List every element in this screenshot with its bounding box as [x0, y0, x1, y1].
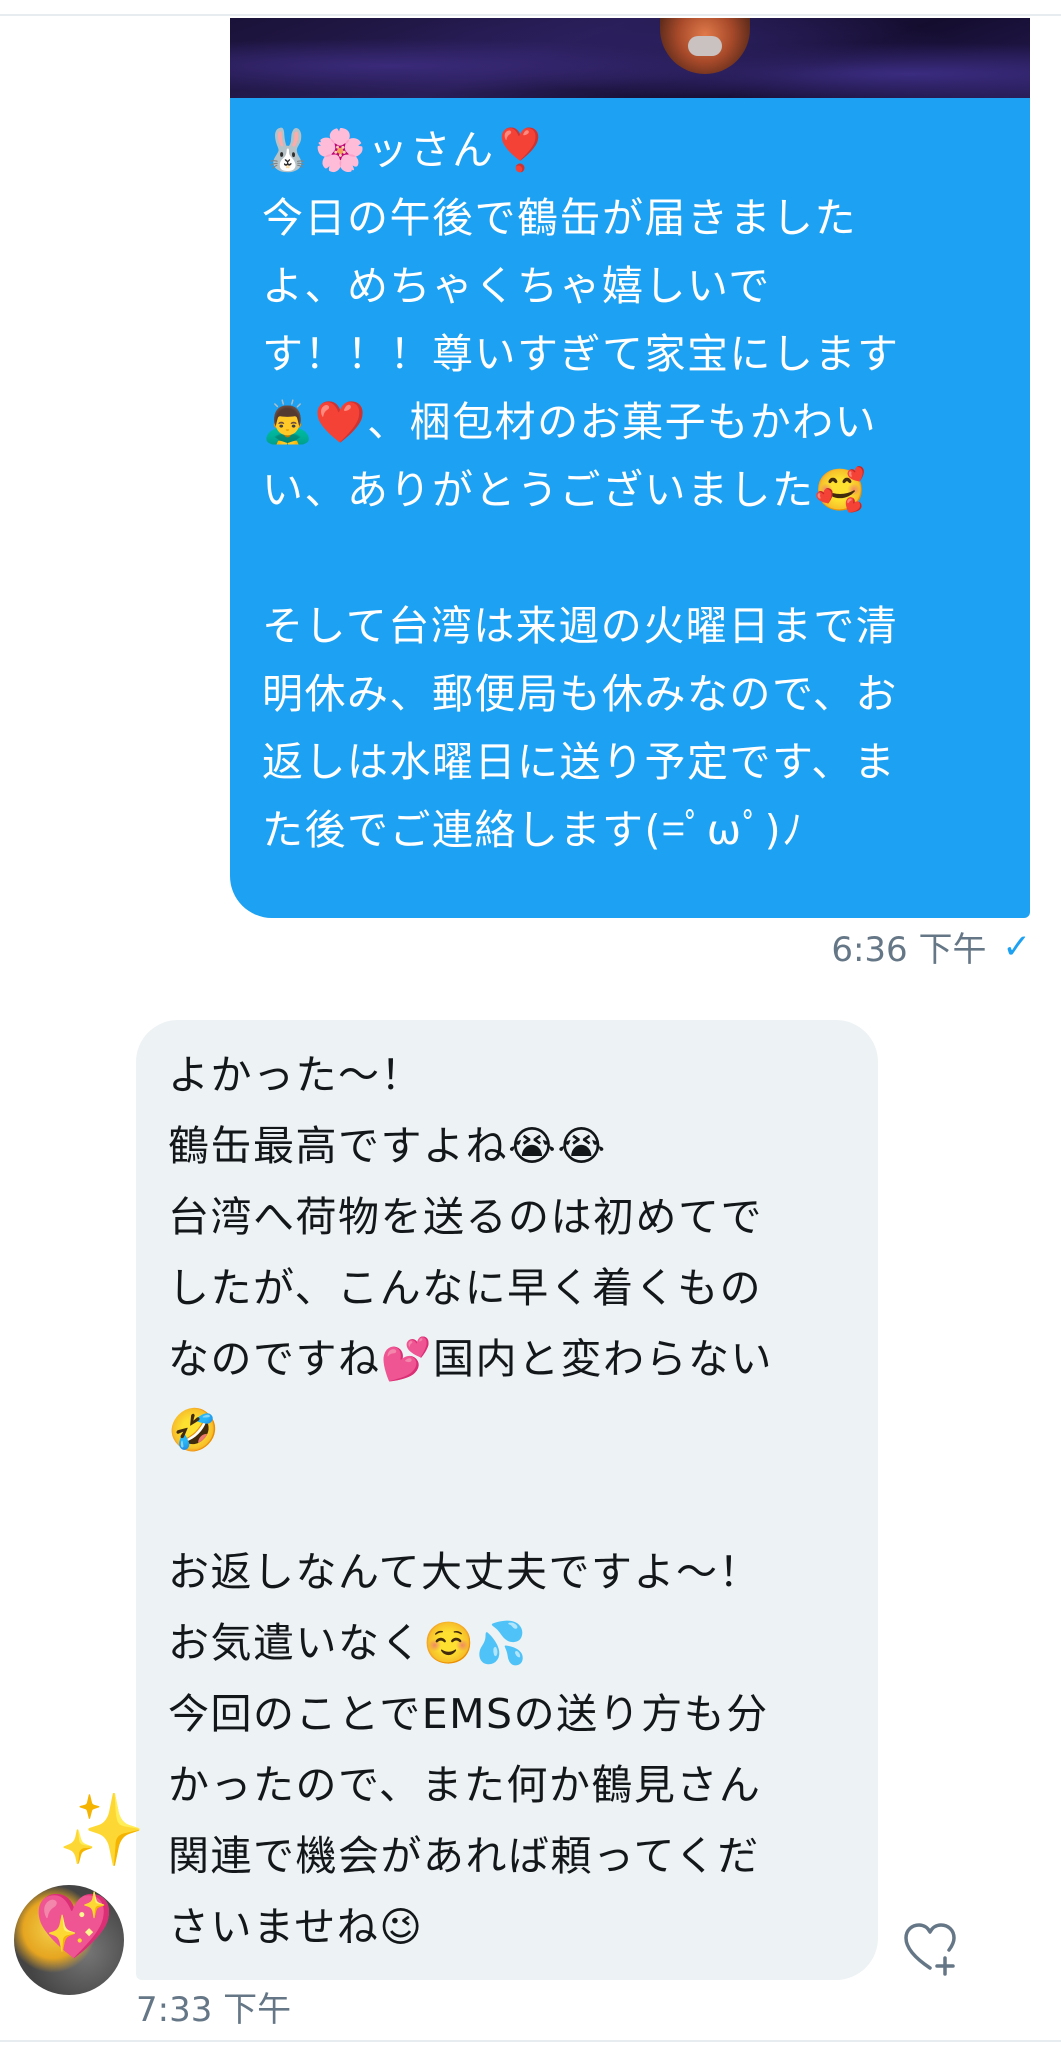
avatar: 💖: [14, 1885, 124, 1995]
received-message-text: よかった〜！ 鶴缶最高ですよね😭😭 台湾へ荷物を送るのは初めてで したが、こんな…: [168, 1051, 774, 1951]
check-icon: ✓: [1002, 926, 1032, 967]
sent-message-time: 6:36 下午: [831, 930, 987, 970]
received-message-bubble[interactable]: よかった〜！ 鶴缶最高ですよね😭😭 台湾へ荷物を送るのは初めてで したが、こんな…: [136, 1020, 878, 1980]
add-reaction-button[interactable]: [900, 1918, 960, 1978]
media-object: [660, 18, 750, 74]
sent-message-meta: 6:36 下午 ✓: [831, 922, 1031, 971]
sender-avatar[interactable]: 💖: [14, 1885, 124, 1995]
sent-message-bubble[interactable]: 🐰🌸ッさん❣️ 今日の午後で鶴缶が届きました よ、めちゃくちゃ嬉しいで す！！！…: [230, 18, 1030, 918]
bottom-divider: [0, 2040, 1061, 2042]
heart-plus-icon: [904, 1923, 956, 1976]
heart-icon: 💖: [34, 1890, 114, 1964]
top-divider: [0, 14, 1061, 16]
sparkle-icon: ✨: [58, 1789, 146, 1871]
sent-media-image[interactable]: [230, 18, 1030, 98]
sent-message-text: 🐰🌸ッさん❣️ 今日の午後で鶴缶が届きました よ、めちゃくちゃ嬉しいで す！！！…: [262, 126, 900, 854]
received-message-time: 7:33 下午: [136, 1990, 292, 2030]
